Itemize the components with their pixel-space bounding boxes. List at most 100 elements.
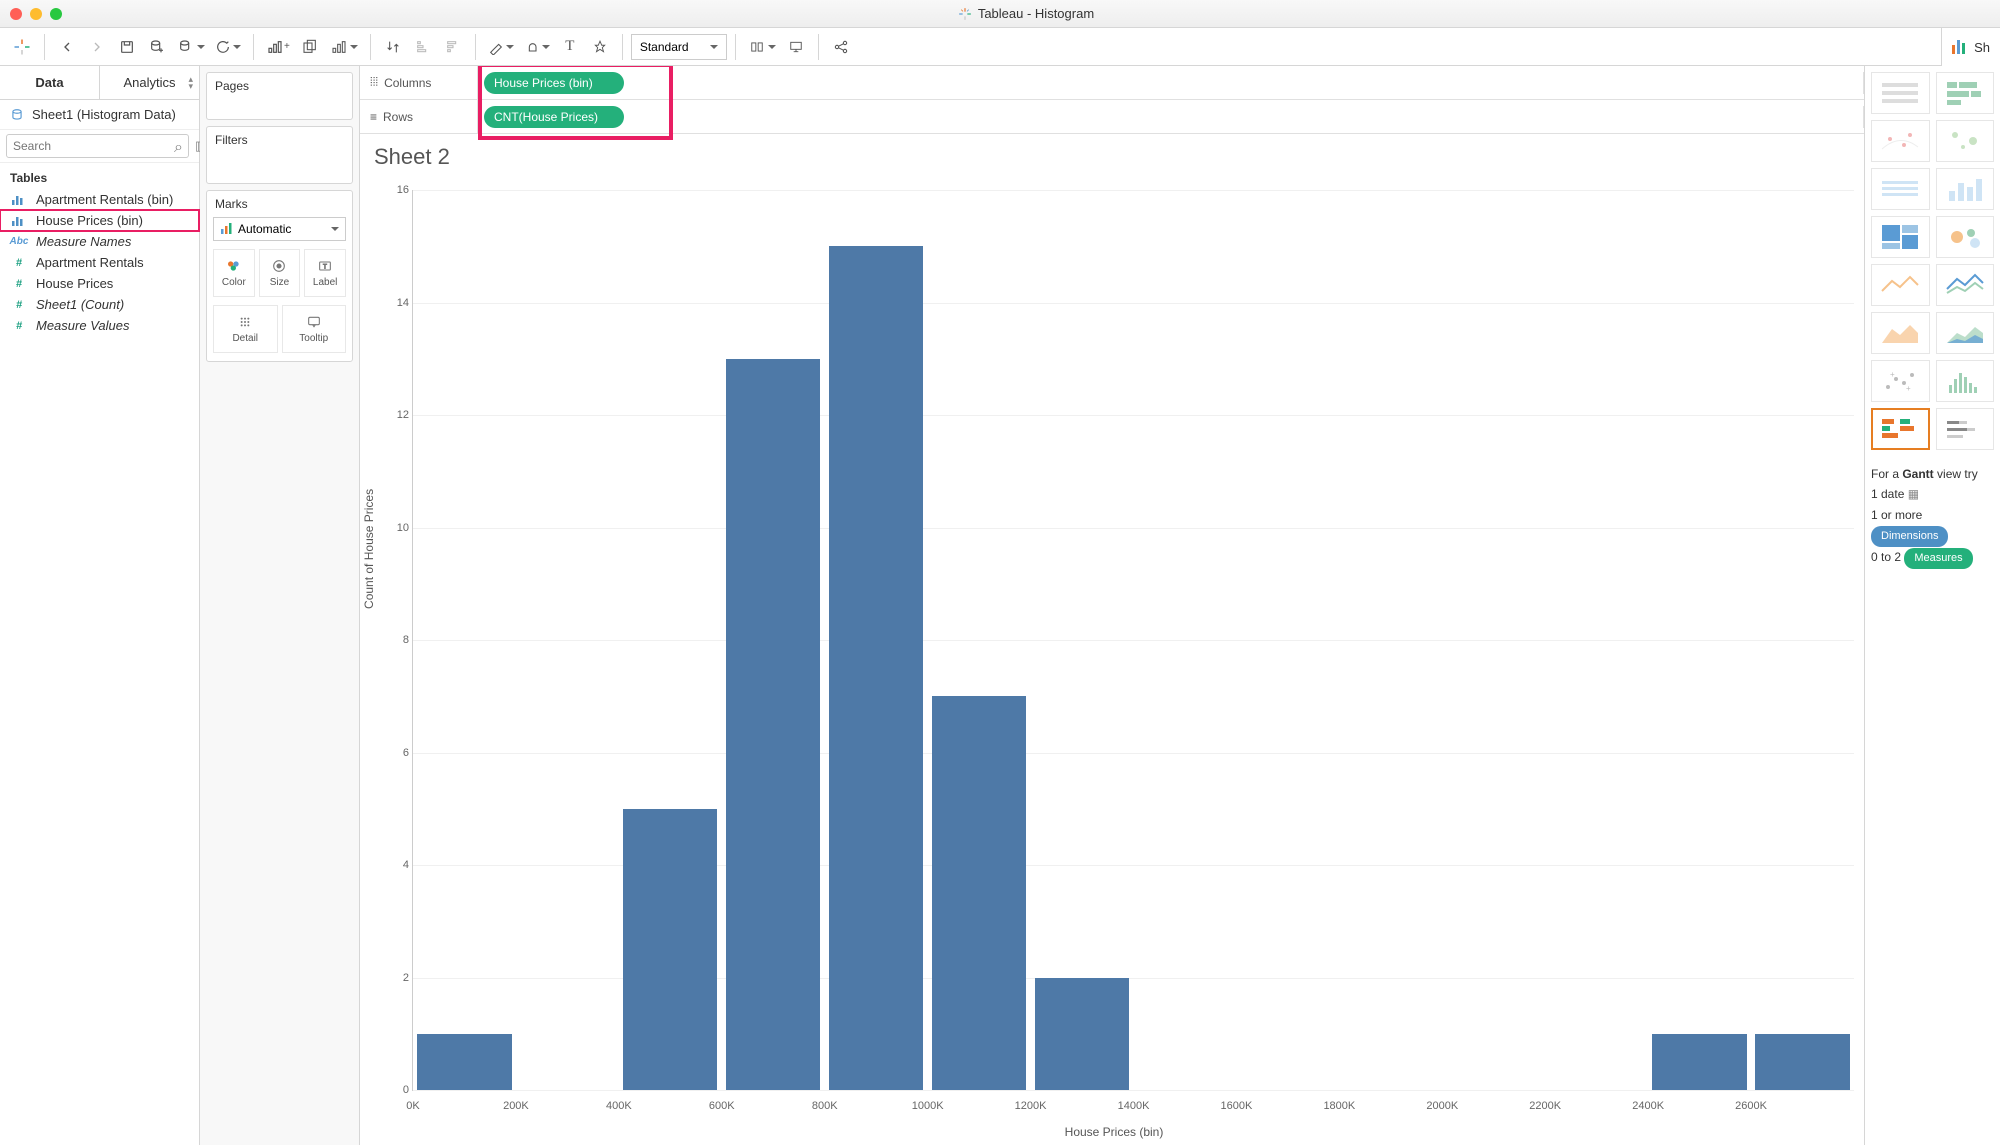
histogram-bar[interactable]	[417, 1034, 511, 1090]
field-apartment-rentals-bin-[interactable]: Apartment Rentals (bin)	[0, 189, 199, 210]
rows-pill[interactable]: CNT(House Prices)	[484, 106, 624, 128]
columns-pill[interactable]: House Prices (bin)	[484, 72, 624, 94]
calendar-icon: ▦	[1908, 487, 1919, 501]
tab-data[interactable]: Data	[0, 66, 100, 99]
minimize-window-button[interactable]	[30, 8, 42, 20]
field-sheet1-count-[interactable]: #Sheet1 (Count)	[0, 294, 199, 315]
histogram-bar[interactable]	[1035, 978, 1129, 1091]
marks-tooltip-button[interactable]: Tooltip	[282, 305, 347, 353]
histogram-bar[interactable]	[726, 359, 820, 1090]
showme-chart-type-9[interactable]	[1936, 264, 1995, 306]
field-apartment-rentals[interactable]: #Apartment Rentals	[0, 252, 199, 273]
save-button[interactable]	[113, 33, 141, 61]
marks-detail-button[interactable]: Detail	[213, 305, 278, 353]
showme-chart-type-1[interactable]	[1936, 72, 1995, 114]
marks-color-button[interactable]: Color	[213, 249, 255, 297]
sort-desc-button[interactable]	[439, 33, 467, 61]
show-me-icon	[1952, 40, 1968, 54]
columns-shelf[interactable]: ⦙⦙⦙Columns House Prices (bin)	[360, 66, 1864, 100]
pin-button[interactable]	[586, 33, 614, 61]
marks-label-button[interactable]: TLabel	[304, 249, 346, 297]
show-me-hint: For a Gantt view try 1 date ▦ 1 or more …	[1871, 464, 1994, 569]
histogram-bar[interactable]	[829, 246, 923, 1090]
y-tick-label: 16	[385, 184, 409, 196]
plot-area[interactable]: 02468101214160K200K400K600K800K1000K1200…	[412, 190, 1854, 1091]
columns-icon: ⦙⦙⦙	[370, 75, 378, 90]
new-worksheet-button[interactable]	[173, 33, 209, 61]
showme-chart-type-2[interactable]	[1871, 120, 1930, 162]
histogram-bar[interactable]	[1755, 1034, 1849, 1090]
duplicate-sheet-icon[interactable]	[296, 33, 324, 61]
filters-card[interactable]: Filters	[206, 126, 353, 184]
marks-size-button[interactable]: Size	[259, 249, 301, 297]
pages-card[interactable]: Pages	[206, 72, 353, 120]
back-button[interactable]	[53, 33, 81, 61]
measures-pill: Measures	[1904, 548, 1972, 569]
field-measure-names[interactable]: AbcMeasure Names	[0, 231, 199, 252]
histogram-bar[interactable]	[1652, 1034, 1746, 1090]
close-window-button[interactable]	[10, 8, 22, 20]
chart-view[interactable]: Count of House Prices House Prices (bin)…	[364, 180, 1864, 1145]
y-tick-label: 0	[385, 1084, 409, 1096]
histogram-bar[interactable]	[623, 809, 717, 1090]
worksheet-area: ⦙⦙⦙Columns House Prices (bin) ≡Rows CNT(…	[360, 66, 1864, 1145]
tableau-app-icon	[958, 7, 972, 21]
field-measure-values[interactable]: #Measure Values	[0, 315, 199, 336]
svg-text:T: T	[323, 265, 327, 271]
y-axis-label: Count of House Prices	[362, 488, 376, 608]
highlight-button[interactable]	[484, 33, 518, 61]
datasource-item[interactable]: Sheet1 (Histogram Data)	[0, 100, 199, 130]
zoom-window-button[interactable]	[50, 8, 62, 20]
window-controls	[10, 8, 62, 20]
showme-chart-type-8[interactable]	[1871, 264, 1930, 306]
y-tick-label: 10	[385, 522, 409, 534]
new-sheet-icon[interactable]: +	[262, 33, 294, 61]
text-button[interactable]: T	[556, 33, 584, 61]
group-button[interactable]	[520, 33, 554, 61]
x-tick-label: 400K	[606, 1100, 632, 1112]
forward-button[interactable]	[83, 33, 111, 61]
fit-dropdown[interactable]: Standard	[631, 34, 727, 60]
rows-shelf[interactable]: ≡Rows CNT(House Prices)	[360, 100, 1864, 134]
x-tick-label: 1600K	[1221, 1100, 1253, 1112]
showme-chart-type-14[interactable]	[1871, 408, 1930, 450]
field-house-prices-bin-[interactable]: House Prices (bin)	[0, 210, 199, 231]
sort-asc-button[interactable]	[409, 33, 437, 61]
show-me-toggle[interactable]: Sh	[1941, 28, 2000, 66]
showme-chart-type-0[interactable]	[1871, 72, 1930, 114]
new-datasource-button[interactable]	[143, 33, 171, 61]
histogram-bar[interactable]	[932, 696, 1026, 1090]
showme-chart-type-7[interactable]	[1936, 216, 1995, 258]
showme-chart-type-15[interactable]	[1936, 408, 1995, 450]
showme-chart-type-10[interactable]	[1871, 312, 1930, 354]
showme-chart-type-5[interactable]	[1936, 168, 1995, 210]
swap-button[interactable]	[379, 33, 407, 61]
field-house-prices[interactable]: #House Prices	[0, 273, 199, 294]
y-tick-label: 12	[385, 409, 409, 421]
showme-chart-type-3[interactable]	[1936, 120, 1995, 162]
search-icon: ⌕	[174, 139, 183, 157]
clear-sheet-icon[interactable]	[326, 33, 362, 61]
show-cards-button[interactable]	[744, 33, 780, 61]
automatic-icon	[220, 223, 232, 235]
svg-text:+: +	[1906, 384, 1911, 393]
search-input[interactable]	[6, 134, 189, 158]
refresh-button[interactable]	[211, 33, 245, 61]
bin-icon	[10, 215, 28, 226]
mark-type-dropdown[interactable]: Automatic	[213, 217, 346, 241]
cards-column: Pages Filters Marks Automatic Color Size…	[200, 66, 360, 1145]
share-button[interactable]	[827, 33, 855, 61]
x-tick-label: 800K	[812, 1100, 838, 1112]
showme-chart-type-13[interactable]	[1936, 360, 1995, 402]
tab-analytics[interactable]: Analytics▴▾	[100, 66, 199, 99]
sheet-title[interactable]: Sheet 2	[360, 134, 1864, 180]
svg-text:+: +	[1890, 370, 1895, 379]
rows-icon: ≡	[370, 110, 377, 124]
showme-chart-type-4[interactable]	[1871, 168, 1930, 210]
tableau-logo-button[interactable]	[8, 33, 36, 61]
presentation-button[interactable]	[782, 33, 810, 61]
x-tick-label: 1000K	[912, 1100, 944, 1112]
showme-chart-type-11[interactable]	[1936, 312, 1995, 354]
showme-chart-type-6[interactable]	[1871, 216, 1930, 258]
showme-chart-type-12[interactable]: ++	[1871, 360, 1930, 402]
